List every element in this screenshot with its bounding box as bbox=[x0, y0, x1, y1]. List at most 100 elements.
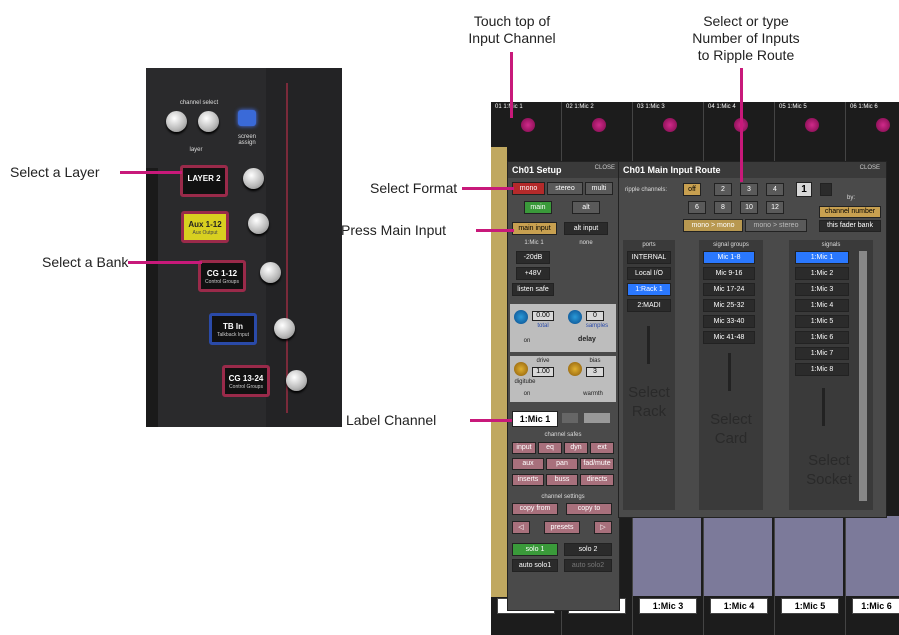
preset-next-button[interactable]: ▷ bbox=[594, 521, 612, 534]
trim-on-label[interactable]: on bbox=[518, 338, 536, 344]
layer-key[interactable]: LAYER 2 bbox=[180, 165, 228, 197]
gain-knob[interactable] bbox=[592, 118, 606, 132]
format-stereo-button[interactable]: stereo bbox=[547, 182, 583, 195]
gain-knob[interactable] bbox=[521, 118, 535, 132]
ripple-10-button[interactable]: 10 bbox=[740, 201, 758, 214]
group-mic-17-24[interactable]: Mic 17-24 bbox=[703, 283, 755, 296]
channel-name-label[interactable]: 1:Mic 3 bbox=[639, 598, 697, 614]
safe-ext-button[interactable]: ext bbox=[590, 442, 614, 454]
signal-mic-5[interactable]: 1:Mic 5 bbox=[795, 315, 849, 328]
channel-name-label[interactable]: 1:Mic 5 bbox=[781, 598, 839, 614]
signal-mic-3[interactable]: 1:Mic 3 bbox=[795, 283, 849, 296]
bias-value[interactable]: 3 bbox=[586, 367, 604, 377]
ripple-value-field[interactable]: 1 bbox=[796, 182, 812, 197]
solo1-button[interactable]: solo 1 bbox=[512, 543, 558, 556]
bank-key-aux[interactable]: Aux 1-12 Aux Output bbox=[181, 211, 229, 243]
pad-button[interactable]: -20dB bbox=[516, 251, 550, 264]
mono-to-mono-button[interactable]: mono > mono bbox=[683, 219, 743, 232]
safe-buss-button[interactable]: buss bbox=[546, 474, 578, 486]
group-mic-33-40[interactable]: Mic 33-40 bbox=[703, 315, 755, 328]
gain-knob[interactable] bbox=[876, 118, 890, 132]
auto-solo2-button[interactable]: auto solo2 bbox=[564, 559, 612, 572]
safe-dyn-button[interactable]: dyn bbox=[564, 442, 588, 454]
group-mic-9-16[interactable]: Mic 9-16 bbox=[703, 267, 755, 280]
copy-from-button[interactable]: copy from bbox=[512, 503, 558, 515]
ripple-6-button[interactable]: 6 bbox=[688, 201, 706, 214]
ripple-2-button[interactable]: 2 bbox=[714, 183, 732, 196]
by-fader-bank-button[interactable]: this fader bank bbox=[819, 220, 881, 232]
channel-label-field[interactable]: 1:Mic 1 bbox=[512, 411, 558, 427]
channel-name-label[interactable]: 1:Mic 6 bbox=[852, 598, 899, 614]
signal-mic-7[interactable]: 1:Mic 7 bbox=[795, 347, 849, 360]
bank-cg1-button[interactable] bbox=[260, 262, 281, 283]
bank-cg2-button[interactable] bbox=[286, 370, 307, 391]
safe-input-button[interactable]: input bbox=[512, 442, 536, 454]
gain-knob[interactable] bbox=[663, 118, 677, 132]
signal-mic-1[interactable]: 1:Mic 1 bbox=[795, 251, 849, 264]
group-mic-25-32[interactable]: Mic 25-32 bbox=[703, 299, 755, 312]
safe-inserts-button[interactable]: inserts bbox=[512, 474, 544, 486]
group-mic-41-48[interactable]: Mic 41-48 bbox=[703, 331, 755, 344]
keyboard-icon[interactable] bbox=[584, 413, 610, 423]
signal-mic-6[interactable]: 1:Mic 6 bbox=[795, 331, 849, 344]
list-view-icon[interactable] bbox=[562, 413, 578, 423]
ripple-8-button[interactable]: 8 bbox=[714, 201, 732, 214]
warmth-label[interactable]: warmth bbox=[578, 391, 608, 397]
safe-eq-button[interactable]: eq bbox=[538, 442, 562, 454]
digitube-on-label[interactable]: on bbox=[518, 391, 536, 397]
format-mono-button[interactable]: mono bbox=[512, 182, 545, 195]
ripple-off-button[interactable]: off bbox=[683, 183, 701, 196]
auto-solo1-button[interactable]: auto solo1 bbox=[512, 559, 558, 572]
port-madi[interactable]: 2:MADI bbox=[627, 299, 671, 312]
route-close-button[interactable]: CLOSE bbox=[860, 165, 880, 171]
mono-to-stereo-button[interactable]: mono > stereo bbox=[745, 219, 807, 232]
safe-directs-button[interactable]: directs bbox=[580, 474, 614, 486]
ripple-3-button[interactable]: 3 bbox=[740, 183, 758, 196]
delay-value[interactable]: 0 bbox=[586, 311, 604, 321]
delay-knob[interactable] bbox=[568, 310, 582, 324]
main-source-text: 1:Mic 1 bbox=[524, 240, 544, 246]
safe-fad-mute-button[interactable]: fad/mute bbox=[580, 458, 614, 470]
drive-value[interactable]: 1.00 bbox=[532, 367, 554, 377]
port-rack1[interactable]: 1:Rack 1 bbox=[627, 283, 671, 296]
port-local-io[interactable]: Local I/O bbox=[627, 267, 671, 280]
trim-value[interactable]: 0.00 bbox=[532, 311, 554, 321]
channel-select-left-button[interactable] bbox=[166, 111, 187, 132]
ripple-12-button[interactable]: 12 bbox=[766, 201, 784, 214]
bank-key-cg1[interactable]: CG 1-12 Control Groups bbox=[198, 260, 246, 292]
presets-button[interactable]: presets bbox=[544, 521, 580, 534]
group-mic-1-8[interactable]: Mic 1-8 bbox=[703, 251, 755, 264]
port-internal[interactable]: INTERNAL bbox=[627, 251, 671, 264]
alt-input-button[interactable]: alt input bbox=[564, 222, 608, 235]
gain-knob[interactable] bbox=[805, 118, 819, 132]
solo2-button[interactable]: solo 2 bbox=[564, 543, 612, 556]
phantom-power-button[interactable]: +48V bbox=[516, 267, 550, 280]
signal-mic-2[interactable]: 1:Mic 2 bbox=[795, 267, 849, 280]
bank-key-tb[interactable]: TB In Talkback Input bbox=[209, 313, 257, 345]
signal-mic-4[interactable]: 1:Mic 4 bbox=[795, 299, 849, 312]
safe-aux-button[interactable]: aux bbox=[512, 458, 544, 470]
main-input-button[interactable]: main input bbox=[512, 222, 557, 235]
signal-mic-8[interactable]: 1:Mic 8 bbox=[795, 363, 849, 376]
copy-to-button[interactable]: copy to bbox=[566, 503, 612, 515]
main-button[interactable]: main bbox=[524, 201, 552, 214]
bank-aux-button[interactable] bbox=[248, 213, 269, 234]
safe-pan-button[interactable]: pan bbox=[546, 458, 578, 470]
ripple-keypad-icon[interactable] bbox=[820, 183, 832, 196]
bias-knob[interactable] bbox=[568, 362, 582, 376]
layer-key-button[interactable] bbox=[243, 168, 264, 189]
format-multi-button[interactable]: multi bbox=[585, 182, 613, 195]
preset-prev-button[interactable]: ◁ bbox=[512, 521, 530, 534]
by-channel-number-button[interactable]: channel number bbox=[819, 206, 881, 218]
trim-knob[interactable] bbox=[514, 310, 528, 324]
bank-key-cg2[interactable]: CG 13-24 Control Groups bbox=[222, 365, 270, 397]
listen-safe-button[interactable]: listen safe bbox=[512, 283, 554, 296]
screen-assign-button[interactable] bbox=[238, 110, 256, 126]
drive-knob[interactable] bbox=[514, 362, 528, 376]
alt-button[interactable]: alt bbox=[572, 201, 600, 214]
ripple-4-button[interactable]: 4 bbox=[766, 183, 784, 196]
channel-select-right-button[interactable] bbox=[198, 111, 219, 132]
setup-close-button[interactable]: CLOSE bbox=[595, 165, 615, 171]
bank-tb-button[interactable] bbox=[274, 318, 295, 339]
channel-name-label[interactable]: 1:Mic 4 bbox=[710, 598, 768, 614]
